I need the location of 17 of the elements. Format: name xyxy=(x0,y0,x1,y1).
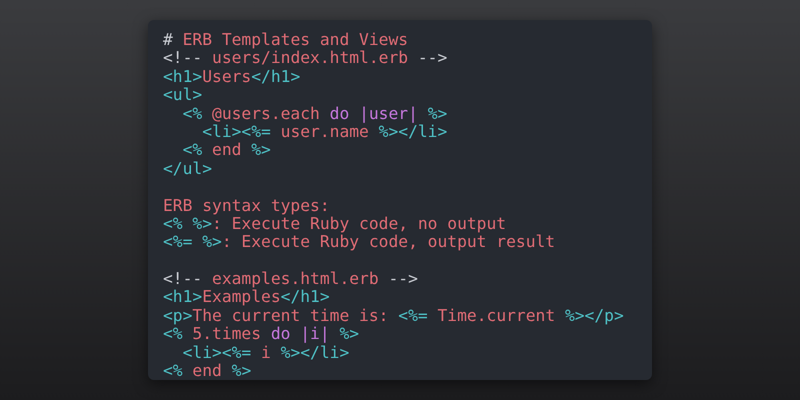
code-line: </ul> xyxy=(163,158,212,178)
code-line: <h1>Examples</h1> xyxy=(163,287,330,306)
code-line: <% end %> xyxy=(163,361,252,380)
code-line: <% 5.times do |i| %> xyxy=(163,324,360,344)
code-line: <p>The current time is: <%= Time.current %></p> xyxy=(163,306,624,325)
code-line: <li><%= i %></li> xyxy=(182,342,350,362)
code-line: <ul> xyxy=(163,85,202,104)
code-line: <% %>: Execute Ruby code, no output xyxy=(163,214,506,233)
code-line: # ERB Templates and Views xyxy=(163,30,408,49)
code-line: <% end %> xyxy=(182,140,271,160)
code-line: <!-- users/index.html.erb --> xyxy=(163,48,448,68)
code-line: <!-- examples.html.erb --> xyxy=(163,269,418,288)
code-line: <% @users.each do |user| %> xyxy=(182,104,448,123)
code-line: <li><%= user.name %></li> xyxy=(201,122,448,141)
code-line: ERB syntax types: xyxy=(163,196,330,215)
code-line: <%= %>: Execute Ruby code, output result xyxy=(163,232,556,252)
code-line: <h1>Users</h1> xyxy=(163,66,300,86)
